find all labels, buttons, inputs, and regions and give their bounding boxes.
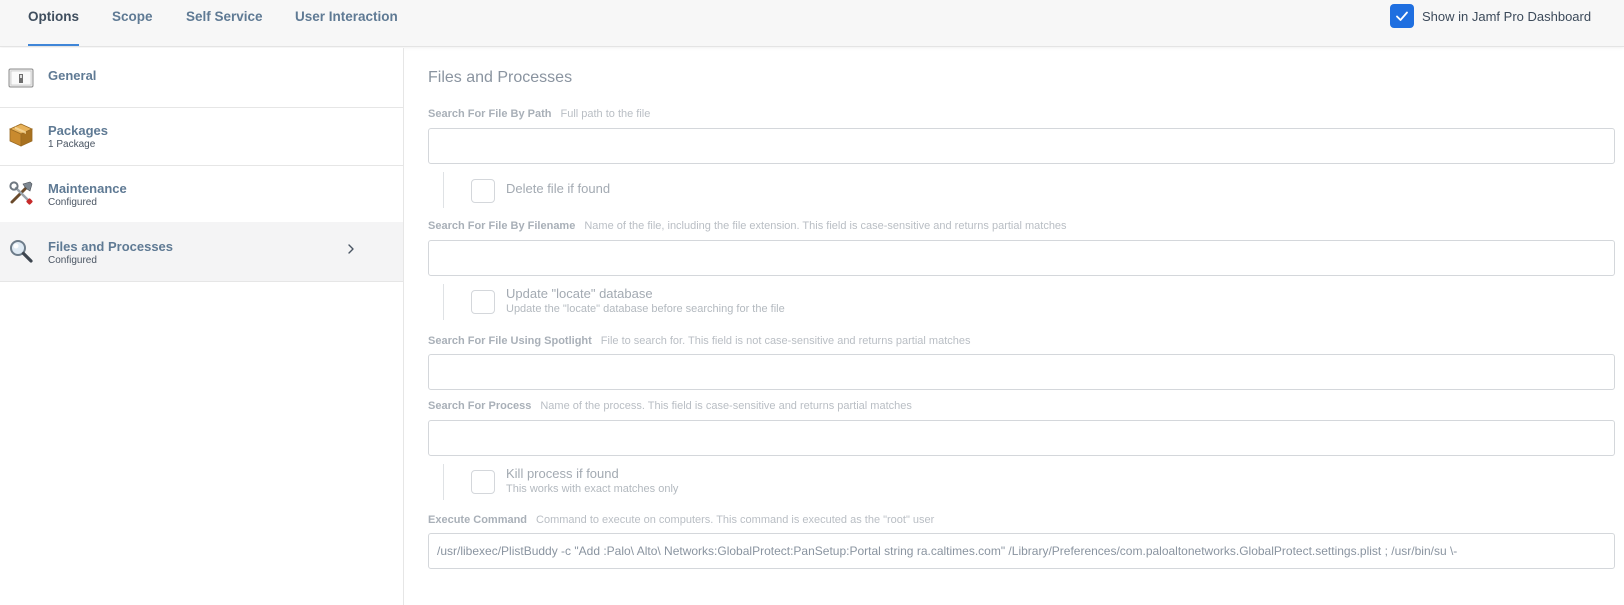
sidebar-item-label: Maintenance [48,181,127,196]
field-label-text: Search For File By Filename [428,220,576,232]
sidebar-item-status: 1 Package [48,139,96,150]
update-locate-checkbox[interactable] [471,290,495,314]
tab-self-service[interactable]: Self Service [186,0,263,47]
search-process-input[interactable] [428,420,1615,456]
search-spotlight-input[interactable] [428,354,1615,390]
sidebar-item-label: General [48,68,97,83]
field-label-text: Search For Process [428,400,532,412]
checkmark-icon [1396,11,1408,21]
search-spotlight-label: Search For File Using Spotlight File to s… [428,335,970,347]
tools-icon [9,181,33,205]
general-icon [8,68,34,88]
sidebar-item-status: Configured [48,255,97,266]
dashboard-toggle[interactable]: Show in Jamf Pro Dashboard [1390,4,1591,28]
sidebar-item-label: Packages [48,123,108,138]
delete-file-label: Delete file if found [506,181,611,196]
field-label-text: Search For File Using Spotlight [428,335,592,347]
kill-process-label: Kill process if found [506,466,619,481]
delete-file-option: Delete file if found [443,172,610,208]
search-process-label: Search For Process Name of the process. T… [428,400,912,412]
sidebar-item-status: Configured [48,197,97,208]
tab-user-interaction[interactable]: User Interaction [295,0,398,47]
package-box-icon [9,123,33,147]
field-hint: Name of the process. This field is case-… [540,400,912,412]
update-locate-sublabel: Update the "locate" database before sear… [506,303,785,315]
tab-bar: Options Scope Self Service User Interact… [0,0,1624,47]
update-locate-label: Update "locate" database [506,286,653,301]
section-title: Files and Processes [428,69,573,86]
execute-command-label: Execute Command Command to execute on com… [428,514,934,526]
files-and-processes-panel: Files and Processes Search For File By P… [405,48,1624,605]
tab-options[interactable]: Options [28,0,79,47]
field-hint: Name of the file, including the file ext… [584,220,1067,232]
kill-process-checkbox[interactable] [471,470,495,494]
sidebar-item-packages[interactable]: Packages 1 Package [0,106,403,166]
sidebar-item-maintenance[interactable]: Maintenance Configured [0,164,403,224]
sidebar-item-label: Files and Processes [48,239,174,254]
search-path-label: Search For File By Path Full path to the … [428,108,650,120]
sidebar-item-general[interactable]: General [0,48,403,108]
kill-process-option: Kill process if found This works with ex… [443,464,678,500]
field-label-text: Search For File By Path [428,108,552,120]
kill-process-sublabel: This works with exact matches only [506,483,679,495]
field-hint: Full path to the file [560,108,651,120]
field-hint: File to search for. This field is not ca… [600,335,971,347]
dashboard-label: Show in Jamf Pro Dashboard [1422,8,1592,24]
field-label-text: Execute Command [428,514,528,526]
update-locate-option: Update "locate" database Update the "loc… [443,284,785,320]
dashboard-checkbox[interactable] [1390,4,1414,28]
tab-scope[interactable]: Scope [112,0,153,47]
sidebar: General Packages 1 Package Maintenance C… [0,48,404,605]
search-path-input[interactable] [428,128,1615,164]
execute-command-input[interactable]: /usr/libexec/PlistBuddy -c "Add :Palo\ A… [428,533,1615,569]
search-filename-label: Search For File By Filename Name of the f… [428,220,1067,232]
chevron-right-icon [348,244,354,254]
magnifier-icon [10,240,33,263]
delete-file-checkbox[interactable] [471,179,495,203]
search-filename-input[interactable] [428,240,1615,276]
sidebar-item-files-and-processes[interactable]: Files and Processes Configured [0,222,403,282]
field-hint: Command to execute on computers. This co… [536,514,935,526]
